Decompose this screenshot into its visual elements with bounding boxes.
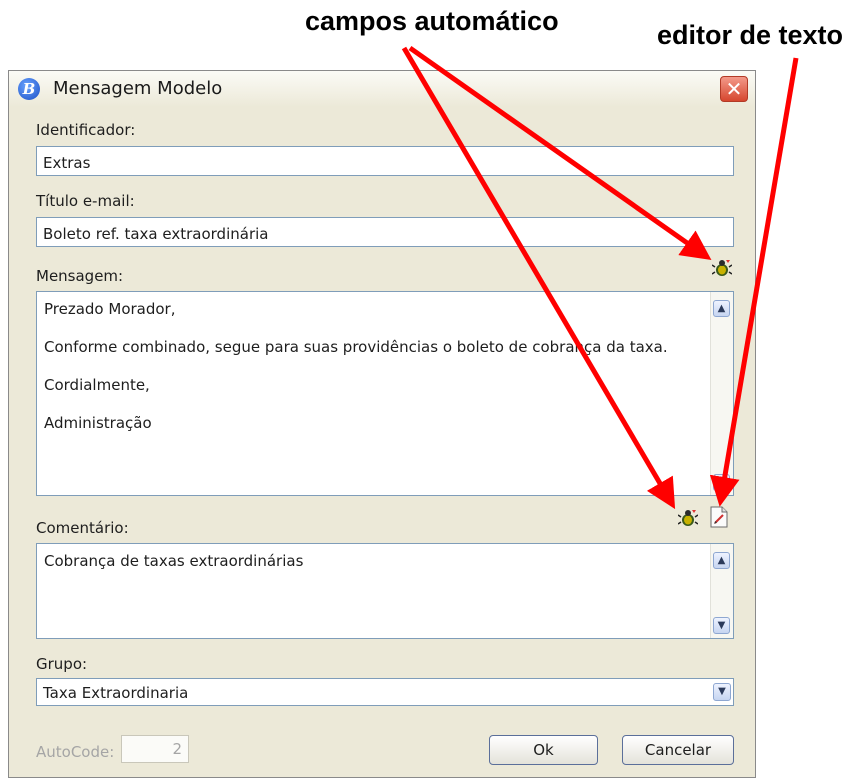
auto-field-bug-icon[interactable] [712, 258, 732, 278]
window-title: Mensagem Modelo [53, 78, 223, 99]
titulo-email-label: Título e-mail: [36, 192, 135, 210]
annotation-auto-fields: campos automático [305, 6, 559, 36]
annotation-text-editor: editor de texto [657, 20, 844, 50]
autocode-label: AutoCode: [36, 743, 115, 761]
scroll-up-button[interactable]: ▲ [713, 300, 730, 317]
mensagem-textarea[interactable]: Prezado Morador, Conforme combinado, seg… [36, 291, 734, 496]
mensagem-line: Conforme combinado, segue para suas prov… [44, 338, 668, 356]
chevron-down-icon[interactable]: ▼ [713, 683, 731, 701]
text-editor-icon[interactable] [710, 506, 728, 528]
identificador-label: Identificador: [36, 121, 136, 139]
dialog-window: B Mensagem Modelo ✕ Identificador: Extra… [8, 70, 756, 778]
grupo-value: Taxa Extraordinaria [43, 684, 189, 702]
comentario-value: Cobrança de taxas extraordinárias [44, 552, 304, 570]
mensagem-scrollbar[interactable]: ▲ ▼ [710, 292, 733, 495]
comentario-textarea[interactable]: Cobrança de taxas extraordinárias ▲ ▼ [36, 543, 734, 639]
mensagem-line: Prezado Morador, [44, 300, 176, 318]
titulo-email-input[interactable]: Boleto ref. taxa extraordinária [36, 217, 734, 247]
title-bar[interactable]: B Mensagem Modelo ✕ [9, 71, 755, 107]
autocode-value: 2 [172, 740, 182, 758]
comentario-label: Comentário: [36, 519, 129, 537]
autocode-input: 2 [121, 735, 189, 763]
mensagem-line: Administração [44, 414, 152, 432]
auto-field-bug-icon[interactable] [678, 508, 698, 528]
cancel-button[interactable]: Cancelar [622, 735, 734, 765]
scroll-down-button[interactable]: ▼ [713, 617, 730, 634]
mensagem-line: Cordialmente, [44, 376, 150, 394]
grupo-label: Grupo: [36, 655, 88, 673]
identificador-input[interactable]: Extras [36, 146, 734, 176]
app-logo-icon: B [18, 78, 40, 100]
comentario-scrollbar[interactable]: ▲ ▼ [710, 544, 733, 638]
titulo-email-value: Boleto ref. taxa extraordinária [43, 225, 269, 243]
identificador-value: Extras [43, 154, 91, 172]
close-button[interactable]: ✕ [720, 76, 748, 102]
scroll-down-button[interactable]: ▼ [713, 474, 730, 491]
grupo-select[interactable]: Taxa Extraordinaria ▼ [36, 678, 734, 706]
scroll-up-button[interactable]: ▲ [713, 552, 730, 569]
ok-button[interactable]: Ok [489, 735, 598, 765]
mensagem-label: Mensagem: [36, 267, 124, 285]
